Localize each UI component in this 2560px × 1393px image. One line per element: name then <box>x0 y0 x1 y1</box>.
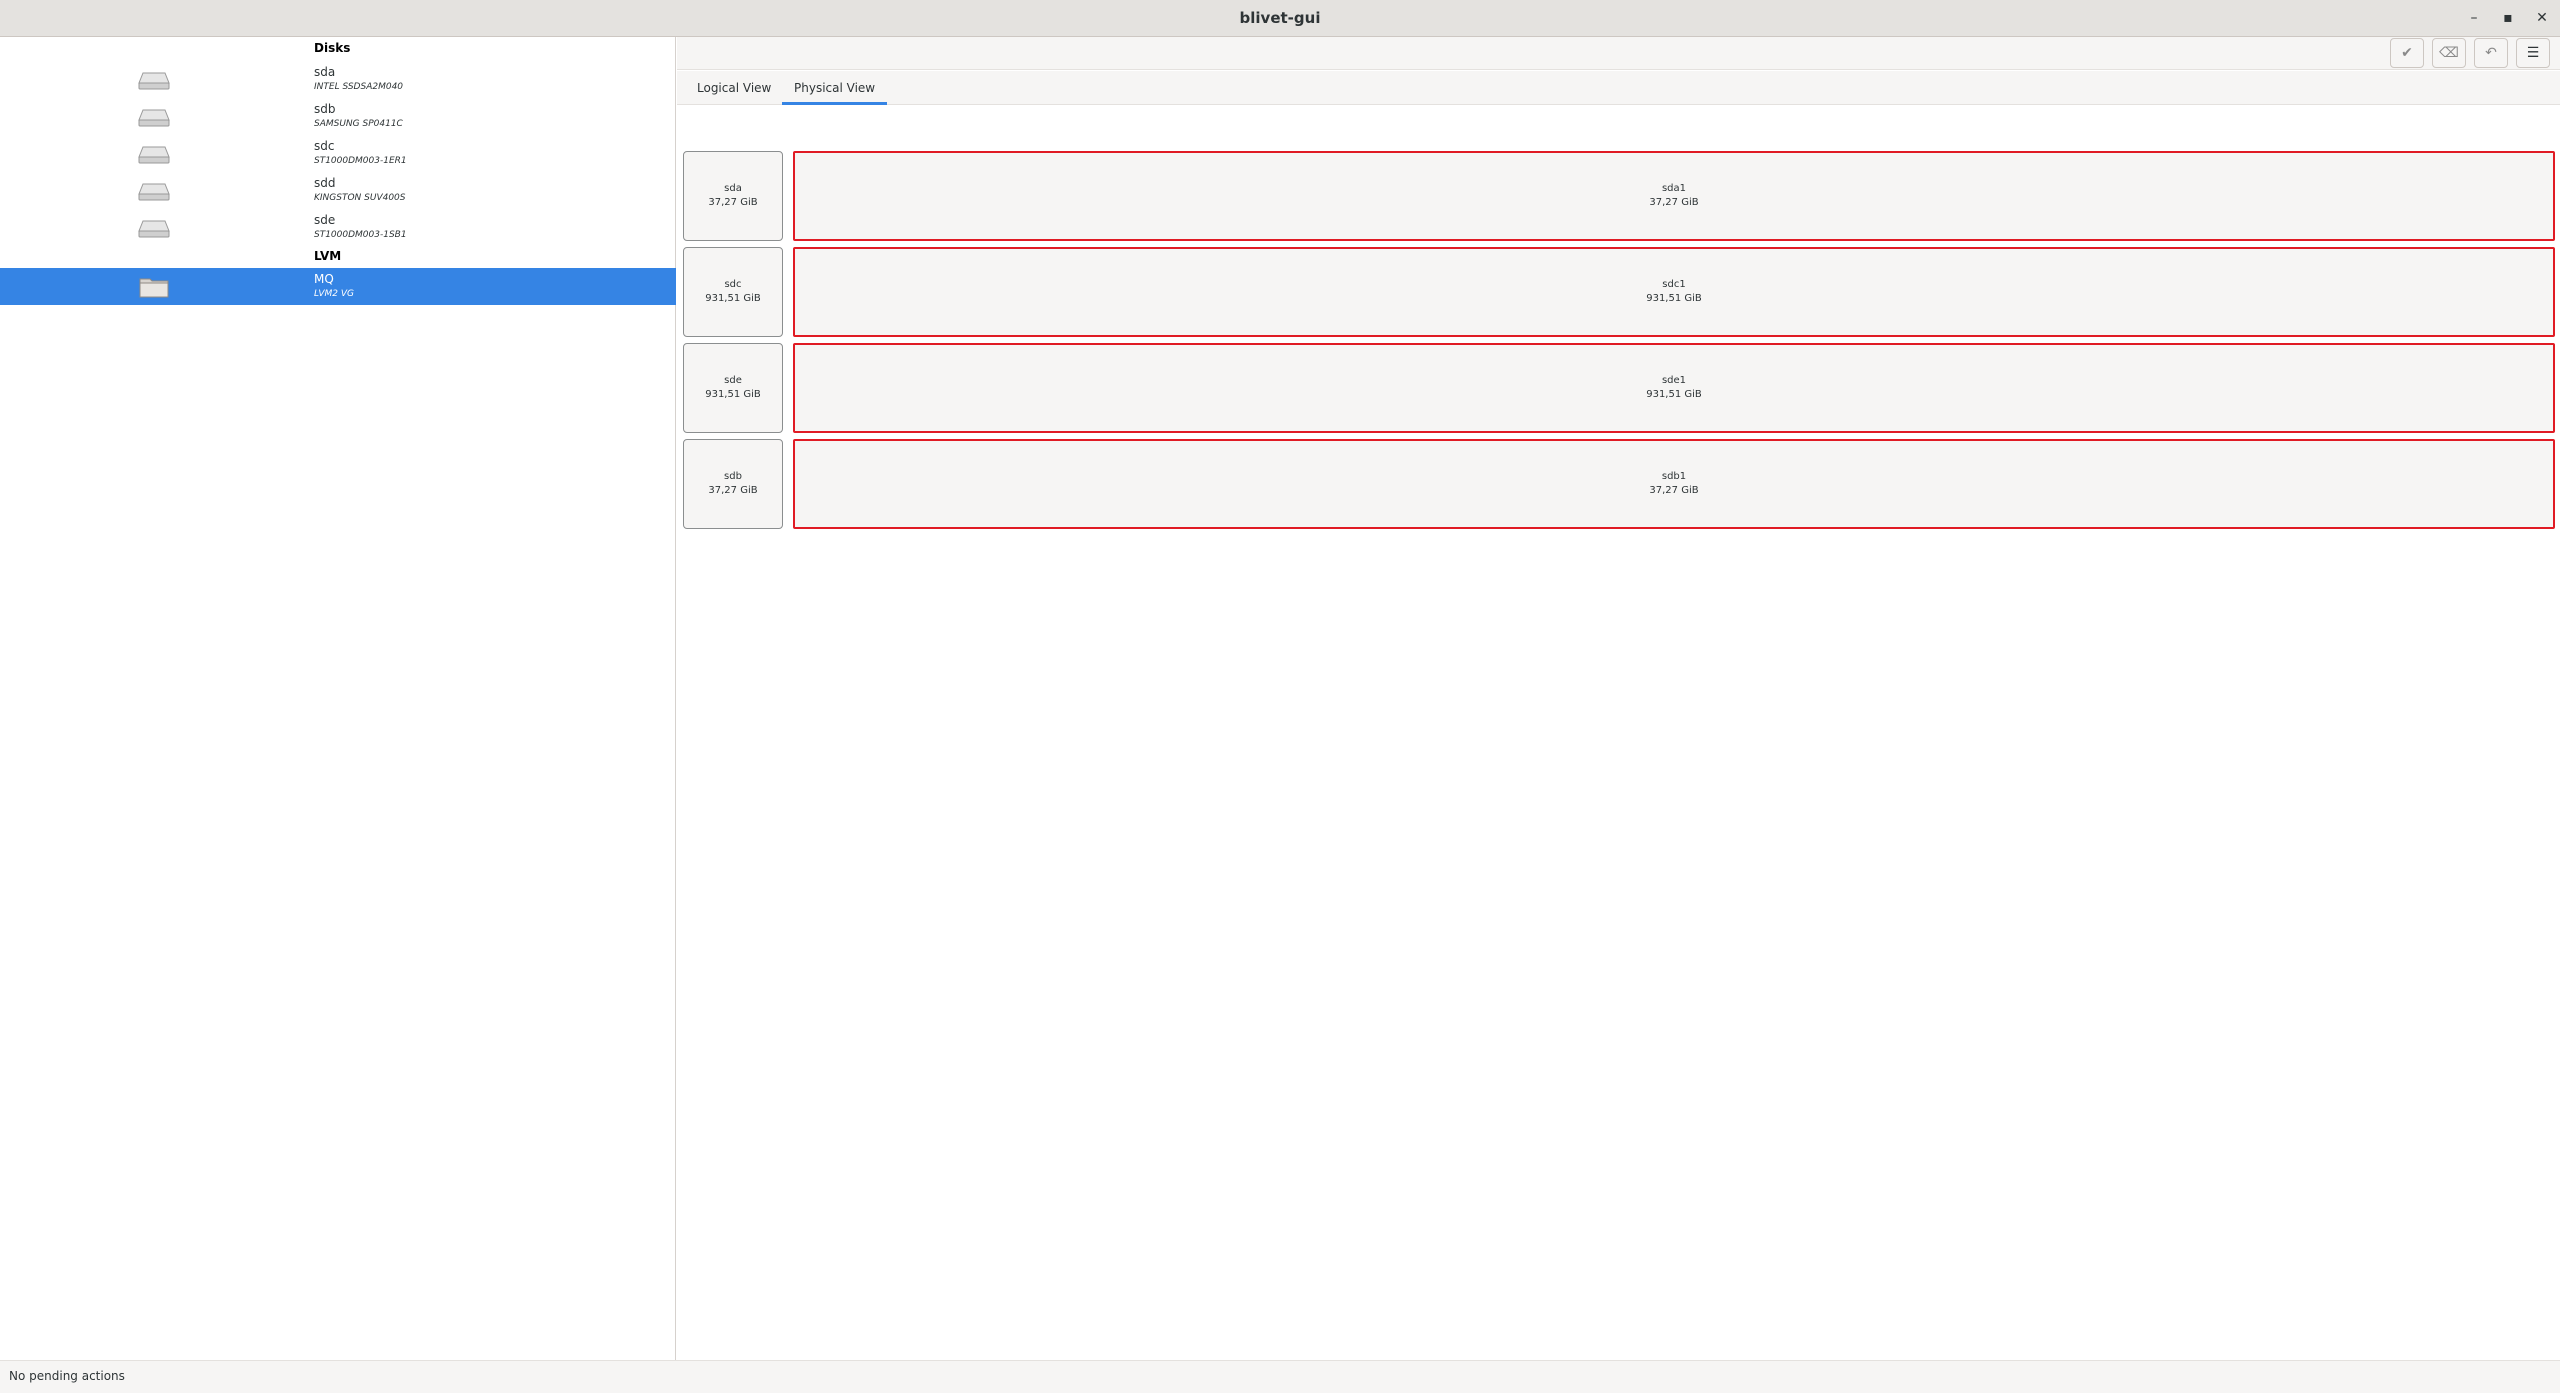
device-item-mq[interactable]: MQ LVM2 VG <box>0 268 676 305</box>
harddisk-icon <box>138 183 170 201</box>
harddisk-icon <box>138 109 170 127</box>
view-tabs: Logical View Physical View <box>677 71 2560 105</box>
toolbar: ✔ ⌫ ↶ ☰ <box>677 37 2560 70</box>
apply-button[interactable]: ✔ <box>2390 38 2424 68</box>
tab-physical-view[interactable]: Physical View <box>782 71 888 105</box>
device-name: sde <box>314 213 336 227</box>
disk-name: sde <box>724 375 742 386</box>
partition-block-sda1[interactable]: sda1 37,27 GiB <box>793 151 2555 241</box>
disk-block-sda[interactable]: sda 37,27 GiB <box>683 151 783 241</box>
partition-block-sdb1[interactable]: sdb1 37,27 GiB <box>793 439 2555 529</box>
disks-header: Disks <box>314 41 351 55</box>
partition-size: 37,27 GiB <box>1649 485 1699 496</box>
partition-block-sde1[interactable]: sde1 931,51 GiB <box>793 343 2555 433</box>
window-title: blivet-gui <box>1239 9 1321 27</box>
disk-size: 931,51 GiB <box>705 389 761 400</box>
partition-name: sde1 <box>1661 375 1687 386</box>
status-bar: No pending actions <box>0 1360 2560 1393</box>
device-item-sdb[interactable]: sdb SAMSUNG SP0411C <box>0 98 676 135</box>
status-text: No pending actions <box>9 1369 125 1383</box>
device-model: KINGSTON SUV400S <box>314 193 406 203</box>
partition-size: 931,51 GiB <box>1646 389 1702 400</box>
maximize-icon[interactable]: ▪ <box>2497 7 2519 29</box>
close-icon[interactable]: ✕ <box>2531 7 2553 29</box>
undo-button[interactable]: ↶ <box>2474 38 2508 68</box>
lvm-header: LVM <box>314 249 342 263</box>
tab-logical-view[interactable]: Logical View <box>685 71 783 105</box>
disk-block-sdc[interactable]: sdc 931,51 GiB <box>683 247 783 337</box>
harddisk-icon <box>138 72 170 90</box>
partition-name: sdb1 <box>1661 471 1687 482</box>
menu-button[interactable]: ☰ <box>2516 38 2550 68</box>
check-icon: ✔ <box>2401 45 2413 61</box>
disk-name: sdb <box>724 471 742 482</box>
device-name: sdc <box>314 139 335 153</box>
device-name: MQ <box>314 272 334 286</box>
undo-icon: ↶ <box>2485 45 2497 61</box>
disk-size: 37,27 GiB <box>708 485 758 496</box>
partition-block-sdc1[interactable]: sdc1 931,51 GiB <box>793 247 2555 337</box>
clear-button[interactable]: ⌫ <box>2432 38 2466 68</box>
device-model: INTEL SSDSA2M040 <box>314 82 404 92</box>
minimize-icon[interactable]: – <box>2463 7 2485 29</box>
partition-size: 931,51 GiB <box>1646 293 1702 304</box>
hamburger-icon: ☰ <box>2526 45 2540 61</box>
harddisk-icon <box>138 146 170 164</box>
disk-size: 37,27 GiB <box>708 197 758 208</box>
device-name: sdb <box>314 102 336 116</box>
volume-group-icon <box>139 278 169 298</box>
device-item-sde[interactable]: sde ST1000DM003-1SB1 <box>0 209 676 246</box>
disk-block-sde[interactable]: sde 931,51 GiB <box>683 343 783 433</box>
device-item-sdc[interactable]: sdc ST1000DM003-1ER1 <box>0 135 676 172</box>
device-model: ST1000DM003-1SB1 <box>314 230 407 240</box>
harddisk-icon <box>138 220 170 238</box>
device-item-sdd[interactable]: sdd KINGSTON SUV400S <box>0 172 676 209</box>
device-model: ST1000DM003-1ER1 <box>314 156 407 166</box>
device-model: SAMSUNG SP0411C <box>314 119 403 129</box>
partition-name: sdc1 <box>1662 279 1686 290</box>
device-list: Disks sda INTEL SSDSA2M040 sdb SAMSUNG S… <box>0 37 676 1360</box>
window-titlebar: blivet-gui – ▪ ✕ <box>0 0 2560 37</box>
disk-block-sdb[interactable]: sdb 37,27 GiB <box>683 439 783 529</box>
main-pane: ✔ ⌫ ↶ ☰ Logical View Physical View sda 3… <box>677 37 2560 1360</box>
device-name: sdd <box>314 176 336 190</box>
partition-name: sda1 <box>1661 183 1687 194</box>
disk-name: sda <box>724 183 742 194</box>
device-name: sda <box>314 65 336 79</box>
clear-icon: ⌫ <box>2439 45 2459 61</box>
disk-name: sdc <box>724 279 742 290</box>
physical-view-canvas: sda 37,27 GiB sda1 37,27 GiB sdc 931,51 … <box>677 106 2560 1360</box>
device-model: LVM2 VG <box>314 289 354 299</box>
device-item-sda[interactable]: sda INTEL SSDSA2M040 <box>0 61 676 98</box>
partition-size: 37,27 GiB <box>1649 197 1699 208</box>
disk-size: 931,51 GiB <box>705 293 761 304</box>
